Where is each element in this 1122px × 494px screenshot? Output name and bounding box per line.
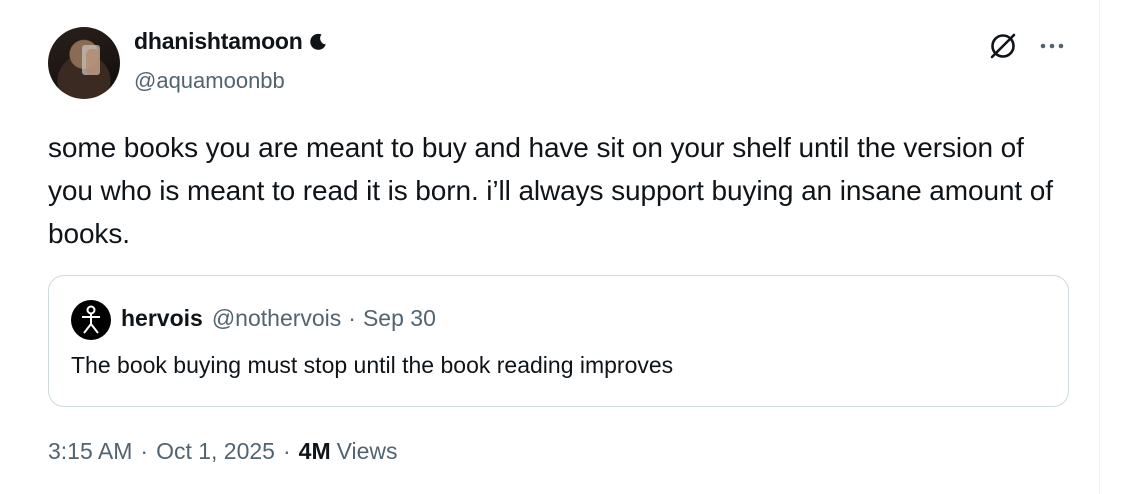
- views-label: Views: [336, 438, 398, 464]
- avatar-hand-shape: [86, 49, 100, 75]
- author-handle[interactable]: @aquamoonbb: [134, 68, 285, 94]
- column-divider: [1099, 0, 1100, 494]
- quoted-handle[interactable]: @nothervois: [212, 305, 341, 332]
- views-count: 4M: [298, 438, 331, 464]
- more-icon[interactable]: [1036, 34, 1068, 58]
- author-name-row: dhanishtamoon: [134, 28, 328, 55]
- quoted-separator: ·: [348, 305, 356, 331]
- grok-icon[interactable]: [987, 30, 1019, 62]
- author-display-name[interactable]: dhanishtamoon: [134, 28, 303, 55]
- quoted-display-name[interactable]: hervois: [121, 305, 203, 332]
- quoted-tweet[interactable]: hervois @nothervois · Sep 30 The book bu…: [48, 275, 1069, 407]
- tweet-date[interactable]: Oct 1, 2025: [156, 438, 275, 465]
- quoted-tweet-header: hervois @nothervois · Sep 30: [121, 305, 436, 332]
- quoted-author-avatar[interactable]: [71, 300, 111, 340]
- stick-figure-icon: [82, 305, 100, 334]
- tweet-time[interactable]: 3:15 AM: [48, 438, 132, 465]
- quoted-date[interactable]: Sep 30: [363, 305, 436, 332]
- crescent-moon-icon: [309, 33, 326, 50]
- tweet-meta: 3:15 AM · Oct 1, 2025 · 4M Views: [48, 438, 398, 465]
- tweet: dhanishtamoon @aquamoonbb some books you…: [0, 0, 1099, 494]
- author-avatar[interactable]: [48, 27, 120, 99]
- tweet-text: some books you are meant to buy and have…: [48, 132, 1053, 249]
- meta-separator: ·: [140, 438, 149, 464]
- meta-separator-2: ·: [282, 438, 291, 464]
- quoted-tweet-text: The book buying must stop until the book…: [71, 352, 674, 378]
